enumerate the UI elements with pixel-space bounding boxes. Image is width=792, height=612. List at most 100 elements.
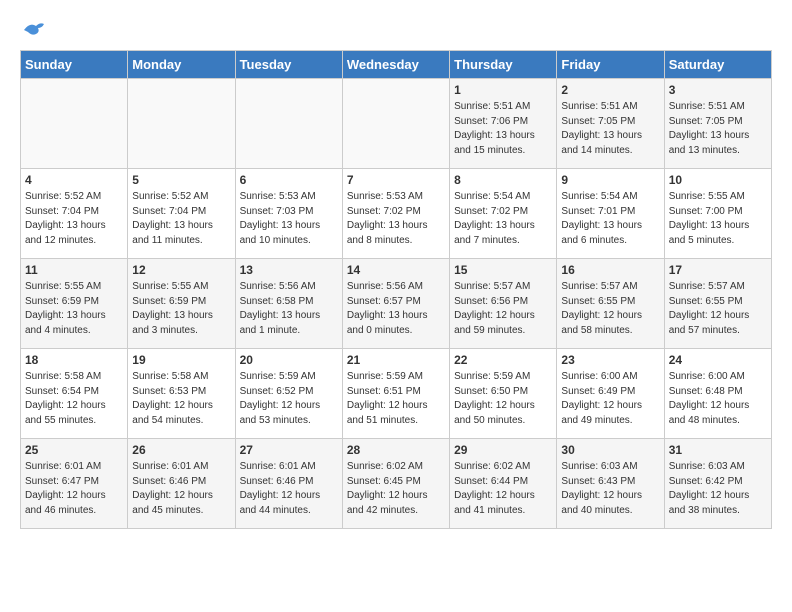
day-number: 21 bbox=[347, 353, 445, 367]
column-header-tuesday: Tuesday bbox=[235, 51, 342, 79]
calendar-cell: 28 Sunrise: 6:02 AM Sunset: 6:45 PM Dayli… bbox=[342, 439, 449, 529]
calendar-cell: 2 Sunrise: 5:51 AM Sunset: 7:05 PM Daylig… bbox=[557, 79, 664, 169]
day-info: Sunrise: 5:55 AM Sunset: 7:00 PM Dayligh… bbox=[669, 190, 767, 248]
calendar-cell: 9 Sunrise: 5:54 AM Sunset: 7:01 PM Daylig… bbox=[557, 169, 664, 259]
day-info: Sunrise: 6:02 AM Sunset: 6:44 PM Dayligh… bbox=[454, 460, 552, 518]
calendar-cell: 24 Sunrise: 6:00 AM Sunset: 6:48 PM Dayli… bbox=[664, 349, 771, 439]
day-info: Sunrise: 6:01 AM Sunset: 6:47 PM Dayligh… bbox=[25, 460, 123, 518]
calendar-cell bbox=[128, 79, 235, 169]
day-info: Sunrise: 6:00 AM Sunset: 6:48 PM Dayligh… bbox=[669, 370, 767, 428]
calendar-cell: 26Sunrise: 6:01 AM Sunset: 6:46 PM Dayli… bbox=[128, 439, 235, 529]
calendar-cell: 10Sunrise: 5:55 AM Sunset: 7:00 PM Dayli… bbox=[664, 169, 771, 259]
calendar-cell bbox=[235, 79, 342, 169]
day-info: Sunrise: 5:58 AM Sunset: 6:54 PM Dayligh… bbox=[25, 370, 123, 428]
day-number: 25 bbox=[25, 443, 123, 457]
day-info: Sunrise: 5:57 AM Sunset: 6:56 PM Dayligh… bbox=[454, 280, 552, 338]
calendar-cell: 6 Sunrise: 5:53 AM Sunset: 7:03 PM Daylig… bbox=[235, 169, 342, 259]
day-info: Sunrise: 5:56 AM Sunset: 6:58 PM Dayligh… bbox=[240, 280, 338, 338]
day-info: Sunrise: 5:53 AM Sunset: 7:03 PM Dayligh… bbox=[240, 190, 338, 248]
column-header-monday: Monday bbox=[128, 51, 235, 79]
day-number: 30 bbox=[561, 443, 659, 457]
calendar-cell: 12 Sunrise: 5:55 AM Sunset: 6:59 PM Dayli… bbox=[128, 259, 235, 349]
day-number: 7 bbox=[347, 173, 445, 187]
day-info: Sunrise: 5:59 AM Sunset: 6:52 PM Dayligh… bbox=[240, 370, 338, 428]
calendar-cell: 19 Sunrise: 5:58 AM Sunset: 6:53 PM Dayli… bbox=[128, 349, 235, 439]
calendar-cell: 23 Sunrise: 6:00 AM Sunset: 6:49 PM Dayli… bbox=[557, 349, 664, 439]
day-number: 13 bbox=[240, 263, 338, 277]
day-info: Sunrise: 6:03 AM Sunset: 6:42 PM Dayligh… bbox=[669, 460, 767, 518]
day-info: Sunrise: 5:53 AM Sunset: 7:02 PM Dayligh… bbox=[347, 190, 445, 248]
day-number: 6 bbox=[240, 173, 338, 187]
week-row-3: 11 Sunrise: 5:55 AM Sunset: 6:59 PM Dayli… bbox=[21, 259, 772, 349]
day-number: 8 bbox=[454, 173, 552, 187]
week-row-4: 18Sunrise: 5:58 AM Sunset: 6:54 PM Dayli… bbox=[21, 349, 772, 439]
calendar-cell: 7 Sunrise: 5:53 AM Sunset: 7:02 PM Daylig… bbox=[342, 169, 449, 259]
day-info: Sunrise: 5:51 AM Sunset: 7:05 PM Dayligh… bbox=[669, 100, 767, 158]
day-info: Sunrise: 5:52 AM Sunset: 7:04 PM Dayligh… bbox=[25, 190, 123, 248]
header-row: SundayMondayTuesdayWednesdayThursdayFrid… bbox=[21, 51, 772, 79]
day-number: 20 bbox=[240, 353, 338, 367]
day-info: Sunrise: 5:55 AM Sunset: 6:59 PM Dayligh… bbox=[132, 280, 230, 338]
day-info: Sunrise: 6:00 AM Sunset: 6:49 PM Dayligh… bbox=[561, 370, 659, 428]
day-number: 29 bbox=[454, 443, 552, 457]
day-number: 14 bbox=[347, 263, 445, 277]
day-info: Sunrise: 5:56 AM Sunset: 6:57 PM Dayligh… bbox=[347, 280, 445, 338]
day-info: Sunrise: 5:55 AM Sunset: 6:59 PM Dayligh… bbox=[25, 280, 123, 338]
calendar-cell: 21 Sunrise: 5:59 AM Sunset: 6:51 PM Dayli… bbox=[342, 349, 449, 439]
day-info: Sunrise: 5:59 AM Sunset: 6:50 PM Dayligh… bbox=[454, 370, 552, 428]
calendar-cell: 3 Sunrise: 5:51 AM Sunset: 7:05 PM Daylig… bbox=[664, 79, 771, 169]
calendar-cell: 25 Sunrise: 6:01 AM Sunset: 6:47 PM Dayli… bbox=[21, 439, 128, 529]
column-header-saturday: Saturday bbox=[664, 51, 771, 79]
day-info: Sunrise: 5:58 AM Sunset: 6:53 PM Dayligh… bbox=[132, 370, 230, 428]
day-info: Sunrise: 5:54 AM Sunset: 7:01 PM Dayligh… bbox=[561, 190, 659, 248]
day-info: Sunrise: 5:57 AM Sunset: 6:55 PM Dayligh… bbox=[669, 280, 767, 338]
calendar-cell: 16Sunrise: 5:57 AM Sunset: 6:55 PM Dayli… bbox=[557, 259, 664, 349]
day-number: 2 bbox=[561, 83, 659, 97]
day-number: 23 bbox=[561, 353, 659, 367]
calendar-cell: 14 Sunrise: 5:56 AM Sunset: 6:57 PM Dayli… bbox=[342, 259, 449, 349]
calendar-cell: 31 Sunrise: 6:03 AM Sunset: 6:42 PM Dayli… bbox=[664, 439, 771, 529]
calendar-cell: 22 Sunrise: 5:59 AM Sunset: 6:50 PM Dayli… bbox=[450, 349, 557, 439]
day-number: 24 bbox=[669, 353, 767, 367]
day-info: Sunrise: 5:54 AM Sunset: 7:02 PM Dayligh… bbox=[454, 190, 552, 248]
calendar-cell: 13 Sunrise: 5:56 AM Sunset: 6:58 PM Dayli… bbox=[235, 259, 342, 349]
day-number: 22 bbox=[454, 353, 552, 367]
day-info: Sunrise: 5:59 AM Sunset: 6:51 PM Dayligh… bbox=[347, 370, 445, 428]
calendar-cell: 1 Sunrise: 5:51 AM Sunset: 7:06 PM Daylig… bbox=[450, 79, 557, 169]
day-number: 19 bbox=[132, 353, 230, 367]
calendar-table: SundayMondayTuesdayWednesdayThursdayFrid… bbox=[20, 50, 772, 529]
day-number: 27 bbox=[240, 443, 338, 457]
day-number: 3 bbox=[669, 83, 767, 97]
column-header-friday: Friday bbox=[557, 51, 664, 79]
calendar-cell: 18Sunrise: 5:58 AM Sunset: 6:54 PM Dayli… bbox=[21, 349, 128, 439]
day-info: Sunrise: 5:52 AM Sunset: 7:04 PM Dayligh… bbox=[132, 190, 230, 248]
day-number: 9 bbox=[561, 173, 659, 187]
day-number: 31 bbox=[669, 443, 767, 457]
day-number: 28 bbox=[347, 443, 445, 457]
day-info: Sunrise: 6:01 AM Sunset: 6:46 PM Dayligh… bbox=[132, 460, 230, 518]
column-header-wednesday: Wednesday bbox=[342, 51, 449, 79]
calendar-cell: 15 Sunrise: 5:57 AM Sunset: 6:56 PM Dayli… bbox=[450, 259, 557, 349]
logo bbox=[20, 20, 46, 40]
day-number: 11 bbox=[25, 263, 123, 277]
calendar-cell: 5 Sunrise: 5:52 AM Sunset: 7:04 PM Daylig… bbox=[128, 169, 235, 259]
day-info: Sunrise: 6:03 AM Sunset: 6:43 PM Dayligh… bbox=[561, 460, 659, 518]
day-info: Sunrise: 6:01 AM Sunset: 6:46 PM Dayligh… bbox=[240, 460, 338, 518]
calendar-cell bbox=[342, 79, 449, 169]
week-row-5: 25 Sunrise: 6:01 AM Sunset: 6:47 PM Dayli… bbox=[21, 439, 772, 529]
calendar-cell: 4Sunrise: 5:52 AM Sunset: 7:04 PM Daylig… bbox=[21, 169, 128, 259]
day-info: Sunrise: 5:51 AM Sunset: 7:05 PM Dayligh… bbox=[561, 100, 659, 158]
week-row-1: 1 Sunrise: 5:51 AM Sunset: 7:06 PM Daylig… bbox=[21, 79, 772, 169]
page-header bbox=[20, 20, 772, 40]
calendar-cell bbox=[21, 79, 128, 169]
column-header-thursday: Thursday bbox=[450, 51, 557, 79]
day-number: 1 bbox=[454, 83, 552, 97]
day-number: 12 bbox=[132, 263, 230, 277]
day-info: Sunrise: 5:51 AM Sunset: 7:06 PM Dayligh… bbox=[454, 100, 552, 158]
calendar-cell: 8 Sunrise: 5:54 AM Sunset: 7:02 PM Daylig… bbox=[450, 169, 557, 259]
calendar-cell: 27 Sunrise: 6:01 AM Sunset: 6:46 PM Dayli… bbox=[235, 439, 342, 529]
day-number: 15 bbox=[454, 263, 552, 277]
day-info: Sunrise: 6:02 AM Sunset: 6:45 PM Dayligh… bbox=[347, 460, 445, 518]
day-number: 5 bbox=[132, 173, 230, 187]
day-info: Sunrise: 5:57 AM Sunset: 6:55 PM Dayligh… bbox=[561, 280, 659, 338]
